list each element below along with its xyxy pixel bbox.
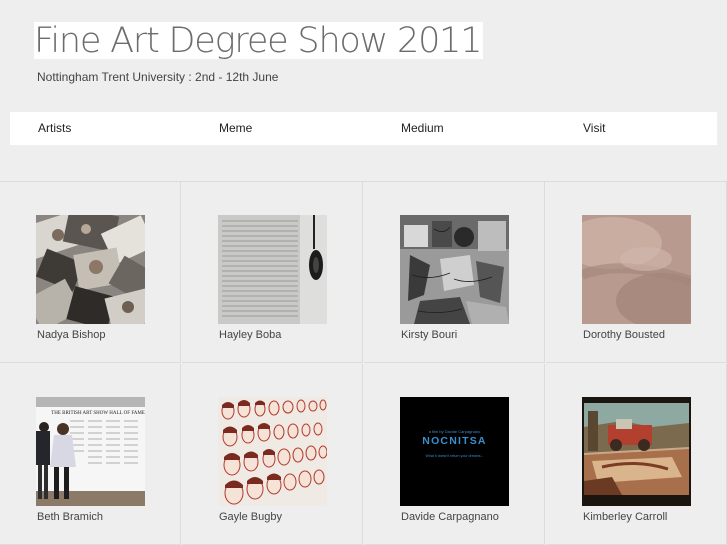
artist-name[interactable]: Dorothy Bousted bbox=[583, 329, 665, 341]
drawing-photo-icon[interactable] bbox=[400, 215, 509, 324]
artist-name[interactable]: Kirsty Bouri bbox=[401, 329, 457, 341]
collage-photo-icon[interactable] bbox=[36, 215, 145, 324]
artist-grid: Nadya Bishop Hayley Boba Kirsty Bouri Do… bbox=[0, 181, 727, 545]
nav-item-visit[interactable]: Visit bbox=[583, 112, 605, 145]
film-tagline-text: What it doesn't return your dreams... bbox=[425, 454, 483, 458]
site-header: Fine Art Degree Show 2011 Nottingham Tre… bbox=[0, 0, 727, 111]
text-wall-photo-icon[interactable] bbox=[218, 215, 327, 324]
artist-name[interactable]: Hayley Boba bbox=[219, 329, 281, 341]
artist-card[interactable]: Dorothy Bousted bbox=[546, 182, 727, 363]
artist-card[interactable]: Kirsty Bouri bbox=[364, 182, 545, 363]
hall-of-fame-sign: THE BRITISH ART SHOW HALL OF FAME bbox=[51, 411, 145, 416]
nav-item-medium[interactable]: Medium bbox=[401, 112, 444, 145]
film-title-text: NOCNITSA bbox=[422, 435, 486, 447]
artist-card[interactable]: THE BRITISH ART SHOW HALL OF FAME Beth B… bbox=[0, 364, 181, 545]
main-nav: Artists Meme Medium Visit bbox=[10, 112, 717, 145]
artist-card[interactable]: Hayley Boba bbox=[182, 182, 363, 363]
artist-card[interactable]: Nadya Bishop bbox=[0, 182, 181, 363]
page-subtitle: Nottingham Trent University : 2nd - 12th… bbox=[37, 70, 279, 84]
artist-name[interactable]: Nadya Bishop bbox=[37, 329, 106, 341]
artist-card[interactable]: Gayle Bugby bbox=[182, 364, 363, 545]
artist-card[interactable]: Kimberley Carroll bbox=[546, 364, 727, 545]
artist-name[interactable]: Davide Carpagnano bbox=[401, 511, 499, 523]
artist-name[interactable]: Beth Bramich bbox=[37, 511, 103, 523]
film-credit-text: a film by Davide Carpagnano bbox=[429, 429, 481, 434]
faces-wall-photo-icon[interactable] bbox=[218, 397, 327, 506]
artist-name[interactable]: Kimberley Carroll bbox=[583, 511, 667, 523]
page-title: Fine Art Degree Show 2011 bbox=[34, 21, 484, 61]
artist-name[interactable]: Gayle Bugby bbox=[219, 511, 282, 523]
nav-item-meme[interactable]: Meme bbox=[219, 112, 252, 145]
film-title-card-icon[interactable]: a film by Davide Carpagnano NOCNITSA Wha… bbox=[400, 397, 509, 506]
skin-abstract-photo-icon[interactable] bbox=[582, 215, 691, 324]
hall-of-fame-photo-icon[interactable]: THE BRITISH ART SHOW HALL OF FAME bbox=[36, 397, 145, 506]
projection-photo-icon[interactable] bbox=[582, 397, 691, 506]
nav-item-artists[interactable]: Artists bbox=[38, 112, 71, 145]
artist-card[interactable]: a film by Davide Carpagnano NOCNITSA Wha… bbox=[364, 364, 545, 545]
